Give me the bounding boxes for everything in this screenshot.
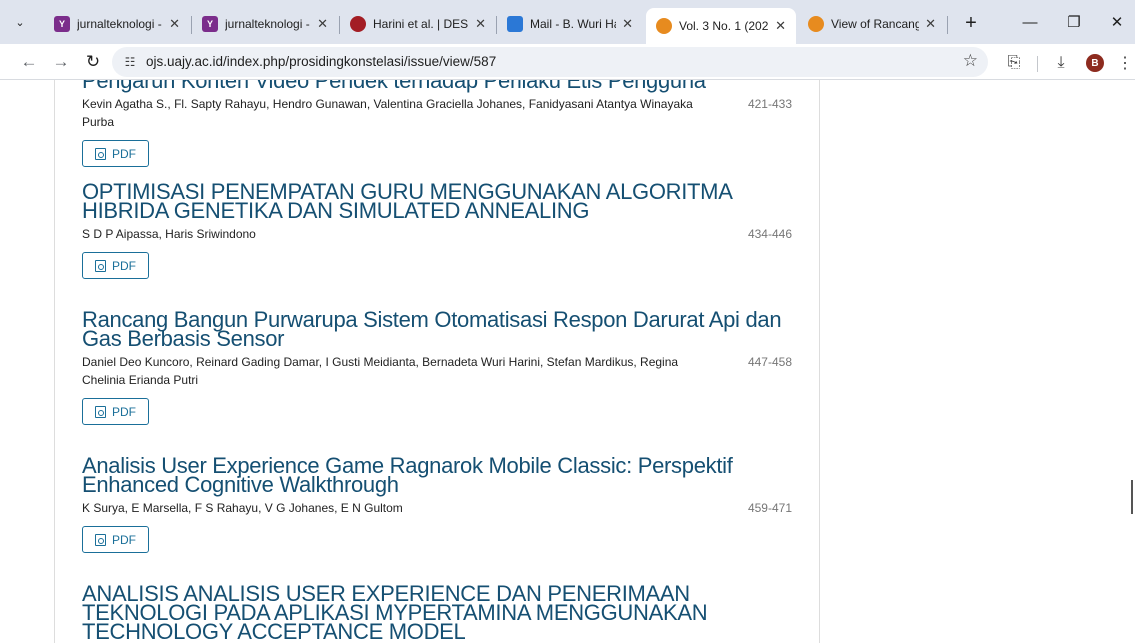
article-authors: K Surya, E Marsella, F S Rahayu, V G Joh… (82, 501, 403, 515)
article-title-link[interactable]: ANALISIS ANALISIS USER EXPERIENCE DAN PE… (82, 583, 792, 643)
content-border-left (54, 80, 55, 643)
tab-jurnalteknologi-1[interactable]: Y jurnalteknologi - Yo ✕ (44, 8, 190, 40)
pdf-download-button[interactable]: PDF (82, 526, 149, 553)
tab-title: Harini et al. | DESIG (373, 17, 469, 31)
tab-title: jurnalteknologi - Yo (225, 17, 311, 31)
pdf-file-icon (95, 533, 106, 546)
article-item: Rancang Bangun Purwarupa Sistem Otomatis… (82, 309, 792, 425)
site-settings-icon[interactable]: ☷ (122, 54, 138, 70)
browser-toolbar: ← → ↻ ☷ ojs.uajy.ac.id/index.php/prosidi… (0, 44, 1135, 80)
youtube-studio-favicon-icon: Y (54, 16, 70, 32)
article-item: ANALISIS ANALISIS USER EXPERIENCE DAN PE… (82, 583, 792, 643)
article-authors: Daniel Deo Kuncoro, Reinard Gading Damar… (82, 355, 679, 387)
article-title-link[interactable]: Pengaruh Konten Video Pendek terhadap Pe… (82, 80, 792, 92)
more-menu-icon[interactable]: ⋮ (1114, 52, 1135, 74)
pdf-file-icon (95, 259, 106, 272)
article-meta: S D P Aipassa, Haris Sriwindono 434-446 (82, 225, 792, 243)
window-close-icon[interactable]: ✕ (1099, 8, 1135, 36)
address-bar-url[interactable]: ojs.uajy.ac.id/index.php/prosidingkonste… (146, 54, 496, 69)
ojs-favicon-icon (808, 16, 824, 32)
reload-icon[interactable]: ↻ (80, 49, 106, 75)
tab-view-of-rancang[interactable]: View of Rancang Ba ✕ (798, 8, 946, 40)
pdf-button-label: PDF (112, 146, 136, 161)
pdf-button-label: PDF (112, 258, 136, 273)
article-authors: S D P Aipassa, Haris Sriwindono (82, 227, 256, 241)
back-arrow-icon[interactable]: ← (16, 49, 42, 75)
article-title-link[interactable]: Analisis User Experience Game Ragnarok M… (82, 455, 792, 496)
tab-jurnalteknologi-2[interactable]: Y jurnalteknologi - Yo ✕ (192, 8, 338, 40)
outlook-mail-favicon-icon (507, 16, 523, 32)
tab-separator (947, 16, 948, 34)
tab-mail[interactable]: Mail - B. Wuri Harin ✕ (497, 8, 643, 40)
scrollbar-thumb[interactable] (1131, 480, 1133, 514)
article-pages: 434-446 (747, 227, 792, 241)
forward-arrow-icon[interactable]: → (48, 49, 74, 75)
content-border-right (819, 80, 820, 643)
close-icon[interactable]: ✕ (622, 16, 633, 32)
restore-icon[interactable]: ❐ (1056, 8, 1092, 36)
close-icon[interactable]: ✕ (775, 18, 786, 34)
close-icon[interactable]: ✕ (317, 16, 328, 32)
pdf-file-icon (95, 147, 106, 160)
toolbar-divider (1037, 56, 1038, 72)
article-meta: K Surya, E Marsella, F S Rahayu, V G Joh… (82, 499, 792, 517)
ojs-favicon-icon (656, 18, 672, 34)
close-icon[interactable]: ✕ (475, 16, 486, 32)
bookmark-star-icon[interactable]: ☆ (963, 51, 978, 71)
pdf-button-label: PDF (112, 404, 136, 419)
profile-avatar[interactable]: B (1086, 54, 1104, 72)
researchgate-favicon-icon (350, 16, 366, 32)
article-authors: Kevin Agatha S., Fl. Sapty Rahayu, Hendr… (82, 97, 693, 129)
youtube-studio-favicon-icon: Y (202, 16, 218, 32)
article-pages: 447-458 (747, 355, 792, 369)
tab-title: jurnalteknologi - Yo (77, 17, 163, 31)
minimize-icon[interactable]: — (1012, 8, 1048, 36)
article-title-link[interactable]: OPTIMISASI PENEMPATAN GURU MENGGUNAKAN A… (82, 181, 792, 222)
tab-harini-et-al[interactable]: Harini et al. | DESIG ✕ (340, 8, 496, 40)
tab-search-chevron-icon[interactable]: ⌄ (8, 10, 32, 34)
page-viewport: Pengaruh Konten Video Pendek terhadap Pe… (0, 80, 1135, 643)
close-icon[interactable]: ✕ (925, 16, 936, 32)
article-title-link[interactable]: Rancang Bangun Purwarupa Sistem Otomatis… (82, 309, 792, 350)
download-icon[interactable]: ⤓ (1050, 52, 1072, 74)
tab-vol-3-no-1[interactable]: Vol. 3 No. 1 (2026) ✕ (646, 8, 796, 44)
pdf-download-button[interactable]: PDF (82, 398, 149, 425)
tab-title: Vol. 3 No. 1 (2026) (679, 19, 770, 33)
address-bar[interactable]: ☷ ojs.uajy.ac.id/index.php/prosidingkons… (112, 47, 988, 77)
close-icon[interactable]: ✕ (169, 16, 180, 32)
article-item: OPTIMISASI PENEMPATAN GURU MENGGUNAKAN A… (82, 181, 792, 279)
article-pages: 421-433 (747, 97, 792, 111)
pdf-button-label: PDF (112, 532, 136, 547)
tab-title: Mail - B. Wuri Harin (530, 17, 616, 31)
article-meta: Kevin Agatha S., Fl. Sapty Rahayu, Hendr… (82, 95, 792, 131)
pdf-download-button[interactable]: PDF (82, 140, 149, 167)
pdf-file-icon (95, 405, 106, 418)
pdf-download-button[interactable]: PDF (82, 252, 149, 279)
tab-strip: ⌄ Y jurnalteknologi - Yo ✕ Y jurnaltekno… (0, 0, 1135, 44)
article-item: Analisis User Experience Game Ragnarok M… (82, 455, 792, 553)
tab-title: View of Rancang Ba (831, 17, 920, 31)
new-tab-plus-icon[interactable]: + (958, 10, 984, 36)
article-pages: 459-471 (747, 501, 792, 515)
article-item: Pengaruh Konten Video Pendek terhadap Pe… (82, 80, 792, 167)
extensions-puzzle-icon[interactable]: ⎘ (1003, 52, 1025, 74)
article-meta: Daniel Deo Kuncoro, Reinard Gading Damar… (82, 353, 792, 389)
